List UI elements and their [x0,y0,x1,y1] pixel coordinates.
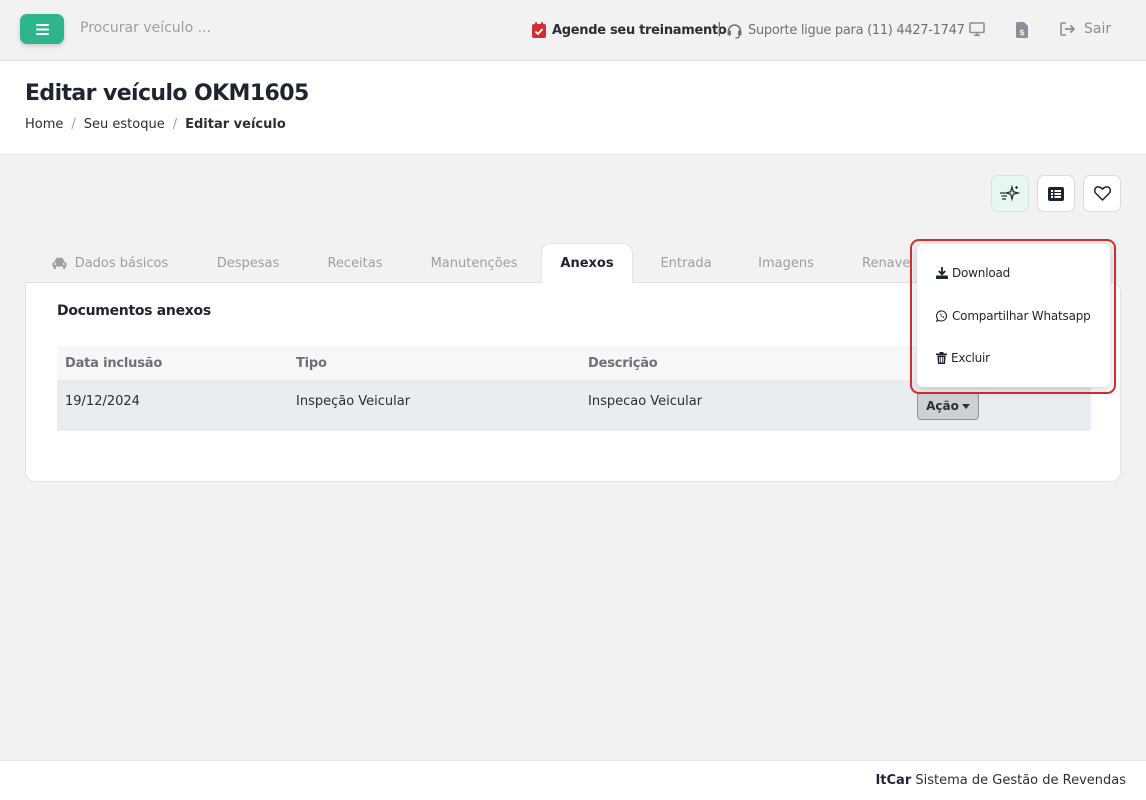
monitor-icon [969,22,985,37]
tab-label: Receitas [327,255,383,271]
logout-icon [1060,22,1076,36]
ai-button[interactable] [991,175,1029,212]
tab-entrada[interactable]: Entrada [648,243,724,283]
headset-icon [727,24,742,39]
tab-label: Imagens [758,255,814,271]
breadcrumb-home[interactable]: Home [25,117,63,132]
topbar-separator: | [717,21,722,37]
breadcrumb-separator: / [172,117,178,132]
tab-manutencoes[interactable]: Manutenções [418,243,530,283]
tab-label: Despesas [216,255,280,271]
top-bar: Agende seu treinamento | Suporte ligue p… [0,0,1146,61]
footer: ItCar Sistema de Gestão de Revendas [0,760,1146,800]
page-title: Editar veículo OKM1605 [25,81,309,106]
footer-tagline: Sistema de Gestão de Revendas [915,773,1126,788]
menu-item-whatsapp[interactable]: Compartilhar Whatsapp [936,309,1091,323]
trash-icon [936,352,947,364]
cell-description: Inspecao Veicular [588,394,703,409]
tab-imagens[interactable]: Imagens [744,243,828,283]
whatsapp-icon [936,310,948,322]
cell-type: Inspeção Veicular [296,394,411,409]
breadcrumb: Home / Seu estoque / Editar veículo [25,117,286,132]
support-label: Suporte ligue para (11) 4427-1747 [748,23,965,38]
breadcrumb-separator: / [71,117,76,132]
footer-brand: ItCar [875,773,912,788]
action-dropdown-button[interactable]: Ação [917,392,979,420]
tab-label: Renave [862,255,911,271]
tab-anexos[interactable]: Anexos [541,243,633,283]
document-dollar-icon: $ [1016,22,1028,38]
menu-item-label: Download [952,266,1011,280]
download-icon [936,267,948,279]
list-icon [1048,186,1064,201]
tab-receitas[interactable]: Receitas [310,243,400,283]
logout-button[interactable]: Sair [1060,21,1111,37]
car-icon [52,257,67,269]
sparkle-ai-icon [1000,184,1020,201]
menu-item-label: Compartilhar Whatsapp [952,309,1091,323]
svg-text:$: $ [1019,28,1025,37]
cell-date: 19/12/2024 [65,394,140,409]
calendar-check-icon [532,22,546,38]
attachments-title: Documentos anexos [57,303,211,319]
tab-label: Entrada [660,255,712,271]
list-button[interactable] [1037,175,1075,212]
tab-dados-basicos[interactable]: Dados básicos [40,243,180,283]
breadcrumb-stock[interactable]: Seu estoque [84,117,165,132]
breadcrumb-current: Editar veículo [185,117,286,132]
menu-item-label: Excluir [951,351,990,365]
column-header: Tipo [296,356,327,371]
heart-icon [1093,186,1111,201]
monitor-button[interactable] [969,22,985,37]
support-info: Suporte ligue para (11) 4427-1747 [726,22,965,39]
invoice-button[interactable]: $ [1016,22,1028,38]
action-label: Ação [926,399,959,413]
menu-button[interactable] [20,14,64,44]
menu-item-excluir[interactable]: Excluir [936,351,990,365]
column-header: Descrição [588,356,658,371]
column-header: Data inclusão [65,356,163,371]
action-dropdown-menu: Download Compartilhar Whatsapp Excluir [917,244,1110,387]
hamburger-menu-icon [35,23,49,35]
tab-label: Manutenções [430,255,518,271]
search-input[interactable] [80,20,380,36]
tab-label: Dados básicos [74,255,169,271]
caret-down-icon [961,403,970,409]
page-header: Editar veículo OKM1605 Home / Seu estoqu… [0,61,1146,155]
logout-label: Sair [1084,21,1112,37]
menu-item-download[interactable]: Download [936,266,1010,280]
training-label: Agende seu treinamento [552,22,727,38]
favorite-button[interactable] [1083,175,1121,212]
tab-despesas[interactable]: Despesas [198,243,298,283]
footer-text: ItCar Sistema de Gestão de Revendas [875,773,1126,788]
training-link[interactable]: Agende seu treinamento [532,22,727,38]
tab-label: Anexos [560,255,614,271]
